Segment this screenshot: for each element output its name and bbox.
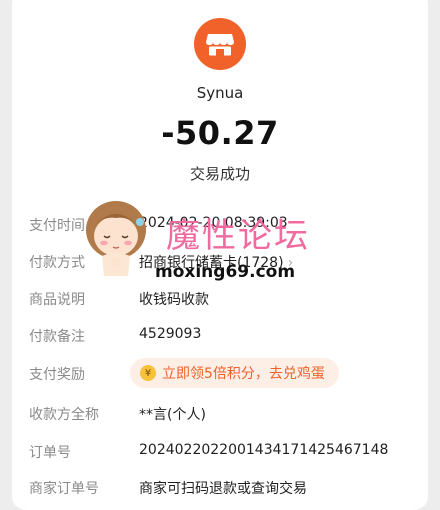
pay-time-label: 支付时间 (29, 218, 85, 234)
row-payee-name: 收款方全称 **言(个人) (0, 404, 440, 428)
coin-icon: ¥ (140, 365, 156, 381)
order-no-value[interactable]: 20240220220014341714254671​48 (139, 442, 388, 458)
row-goods-desc: 商品说明 收钱码收款 (0, 289, 440, 313)
goods-desc-value: 收钱码收款 (139, 292, 209, 308)
payee-name-value: **言(个人) (139, 407, 206, 423)
transaction-amount: -50.27 (161, 114, 279, 152)
pay-note-value: 4529093 (139, 326, 202, 342)
order-no-label: 订单号 (29, 445, 71, 461)
row-pay-note: 付款备注 4529093 (0, 326, 440, 350)
payee-name-label: 收款方全称 (29, 407, 99, 423)
goods-desc-label: 商品说明 (29, 292, 85, 308)
pay-reward-label: 支付奖励 (29, 367, 85, 383)
watermark-title: 魔性论坛 (166, 216, 310, 256)
watermark-url: moxing69.com (155, 262, 296, 282)
row-order-no: 订单号 20240220220014341714254671​48 (0, 442, 440, 466)
pay-note-label: 付款备注 (29, 329, 85, 345)
merchant-order-label: 商家订单号 (29, 481, 99, 497)
pay-method-label: 付款方式 (29, 255, 85, 271)
merchant-order-value: 商家可扫码退款或查询交易 (139, 481, 307, 497)
row-pay-reward: 支付奖励 ¥ 立即领5倍积分，去兑鸡蛋 (0, 358, 440, 388)
merchant-name: Synua (196, 84, 244, 102)
row-merchant-order: 商家订单号 商家可扫码退款或查询交易 (0, 478, 440, 502)
watermark-mascot (78, 198, 154, 278)
reward-text: 立即领5倍积分，去兑鸡蛋 (162, 366, 325, 382)
transaction-status: 交易成功 (189, 165, 250, 183)
store-icon (194, 18, 246, 70)
reward-button[interactable]: ¥ 立即领5倍积分，去兑鸡蛋 (130, 358, 339, 388)
